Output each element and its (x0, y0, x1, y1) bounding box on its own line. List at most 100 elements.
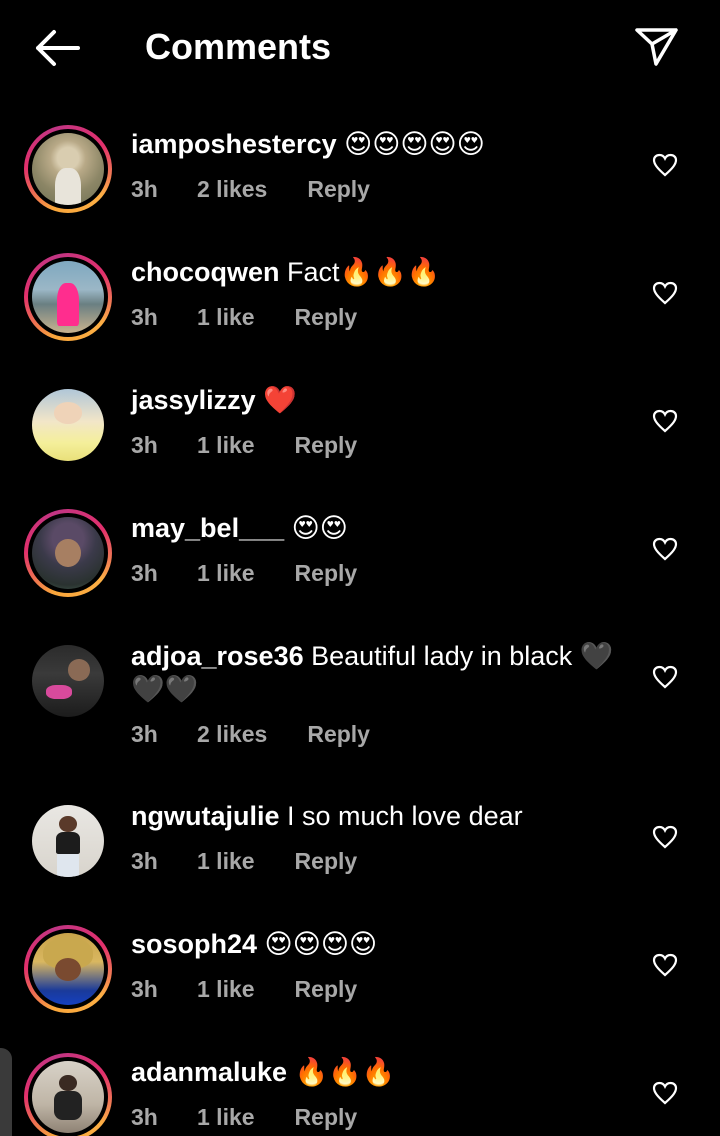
like-button[interactable] (650, 278, 680, 308)
comment-content: adanmaluke 🔥🔥🔥 (131, 1056, 631, 1089)
comment-text: 🔥🔥🔥 (287, 1057, 396, 1087)
page-title: Comments (145, 26, 332, 67)
comment-time: 3h (131, 848, 158, 874)
comment-username[interactable]: chocoqwen (131, 257, 280, 287)
comment-username[interactable]: ngwutajulie (131, 801, 280, 831)
edge-panel-handle[interactable] (0, 1048, 12, 1136)
comment-time: 3h (131, 1104, 158, 1130)
comment-content: chocoqwen Fact🔥🔥🔥 (131, 256, 631, 289)
heart-outline-icon (652, 665, 678, 689)
reply-button[interactable]: Reply (295, 432, 358, 459)
comment-username[interactable]: may_bel___ (131, 513, 284, 543)
comment-content: sosoph24 😍😍😍😍 (131, 928, 631, 961)
comment-meta: 3h 2 likes Reply (131, 721, 370, 748)
comment-time: 3h (131, 560, 158, 586)
like-button[interactable] (650, 406, 680, 436)
comment-likes[interactable]: 1 like (197, 432, 255, 459)
reply-button[interactable]: Reply (307, 176, 370, 203)
comment-meta: 3h 1 like Reply (131, 976, 357, 1003)
avatar-wrapper[interactable] (24, 637, 112, 725)
comment-username[interactable]: sosoph24 (131, 929, 257, 959)
avatar (32, 133, 104, 205)
heart-outline-icon (652, 953, 678, 977)
comment-item: adjoa_rose36 Beautiful lady in black 🖤🖤🖤… (0, 637, 720, 797)
comment-time: 3h (131, 976, 158, 1002)
comment-text: 😍😍😍😍 (257, 929, 378, 959)
header: Comments (0, 0, 720, 92)
comment-likes[interactable]: 1 like (197, 560, 255, 587)
comment-meta: 3h 2 likes Reply (131, 176, 370, 203)
comment-likes[interactable]: 1 like (197, 848, 255, 875)
comment-item: may_bel___ 😍😍 3h 1 like Reply (0, 509, 720, 637)
comment-username[interactable]: jassylizzy (131, 385, 256, 415)
avatar (32, 517, 104, 589)
avatar-story-ring[interactable] (24, 125, 112, 213)
comment-meta: 3h 1 like Reply (131, 1104, 357, 1131)
comment-likes[interactable]: 2 likes (197, 176, 267, 203)
comment-meta: 3h 1 like Reply (131, 304, 357, 331)
heart-outline-icon (652, 409, 678, 433)
heart-outline-icon (652, 537, 678, 561)
comment-item: adanmaluke 🔥🔥🔥 3h 1 like Reply (0, 1053, 720, 1136)
comment-meta: 3h 1 like Reply (131, 432, 357, 459)
comment-item: sosoph24 😍😍😍😍 3h 1 like Reply (0, 925, 720, 1053)
comment-content: adjoa_rose36 Beautiful lady in black 🖤🖤🖤 (131, 640, 631, 706)
comment-text: 😍😍 (284, 513, 348, 543)
avatar-story-ring[interactable] (24, 509, 112, 597)
share-button[interactable] (630, 22, 682, 70)
comment-content: ngwutajulie I so much love dear (131, 800, 631, 833)
paper-plane-icon (635, 28, 678, 66)
comment-time: 3h (131, 432, 158, 458)
comment-time: 3h (131, 304, 158, 330)
heart-outline-icon (652, 1081, 678, 1105)
comment-likes[interactable]: 2 likes (197, 721, 267, 748)
comment-meta: 3h 1 like Reply (131, 560, 357, 587)
comment-username[interactable]: iamposhestercy (131, 129, 337, 159)
comment-username[interactable]: adjoa_rose36 (131, 641, 304, 671)
heart-outline-icon (652, 281, 678, 305)
heart-outline-icon (652, 153, 678, 177)
comment-username[interactable]: adanmaluke (131, 1057, 287, 1087)
reply-button[interactable]: Reply (295, 1104, 358, 1131)
like-button[interactable] (650, 1078, 680, 1108)
avatar (32, 645, 104, 717)
like-button[interactable] (650, 534, 680, 564)
comment-content: jassylizzy ❤️ (131, 384, 631, 417)
reply-button[interactable]: Reply (307, 721, 370, 748)
reply-button[interactable]: Reply (295, 976, 358, 1003)
comment-text: I so much love dear (279, 801, 523, 831)
comment-likes[interactable]: 1 like (197, 1104, 255, 1131)
comment-text: Fact🔥🔥🔥 (279, 257, 441, 287)
comment-likes[interactable]: 1 like (197, 304, 255, 331)
comment-text: ❤️ (255, 385, 297, 415)
like-button[interactable] (650, 822, 680, 852)
comment-item: jassylizzy ❤️ 3h 1 like Reply (0, 381, 720, 509)
comment-time: 3h (131, 721, 158, 747)
like-button[interactable] (650, 150, 680, 180)
comment-content: iamposhestercy 😍😍😍😍😍 (131, 128, 631, 161)
avatar (32, 1061, 104, 1133)
avatar (32, 933, 104, 1005)
comment-content: may_bel___ 😍😍 (131, 512, 631, 545)
reply-button[interactable]: Reply (295, 560, 358, 587)
avatar (32, 805, 104, 877)
avatar-story-ring[interactable] (24, 1053, 112, 1136)
avatar-wrapper[interactable] (24, 797, 112, 885)
comment-meta: 3h 1 like Reply (131, 848, 357, 875)
comment-likes[interactable]: 1 like (197, 976, 255, 1003)
comment-item: iamposhestercy 😍😍😍😍😍 3h 2 likes Reply (0, 125, 720, 253)
avatar-wrapper[interactable] (24, 381, 112, 469)
avatar-story-ring[interactable] (24, 253, 112, 341)
comments-screen: Comments iamposhestercy 😍😍😍😍😍 3h 2 likes… (0, 0, 720, 1136)
comment-item: chocoqwen Fact🔥🔥🔥 3h 1 like Reply (0, 253, 720, 381)
like-button[interactable] (650, 662, 680, 692)
reply-button[interactable]: Reply (295, 304, 358, 331)
avatar (32, 261, 104, 333)
avatar-story-ring[interactable] (24, 925, 112, 1013)
reply-button[interactable]: Reply (295, 848, 358, 875)
like-button[interactable] (650, 950, 680, 980)
comment-time: 3h (131, 176, 158, 202)
comment-text: 😍😍😍😍😍 (336, 129, 485, 159)
back-button[interactable] (30, 26, 82, 70)
arrow-left-icon (36, 30, 80, 66)
